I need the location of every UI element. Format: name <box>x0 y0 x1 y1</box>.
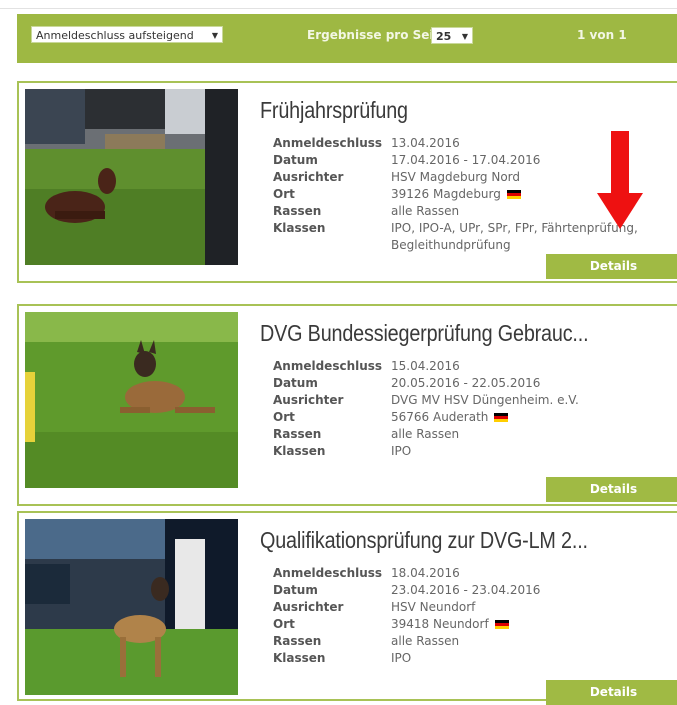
event-image[interactable] <box>25 312 238 488</box>
deadline-label: Anmeldeschluss <box>273 566 383 580</box>
classes-value: IPO <box>391 444 412 458</box>
event-title[interactable]: DVG Bundessiegerprüfung Gebrauc... <box>260 320 589 347</box>
german-flag-icon <box>494 620 509 629</box>
location-label: Ort <box>273 187 295 201</box>
per-page-value: 25 <box>436 30 452 43</box>
event-info: Anmeldeschluss 18.04.2016 Datum 23.04.2016… <box>273 565 651 667</box>
location-value: 56766 Auderath <box>391 410 489 424</box>
sort-select[interactable]: Anmeldeschluss aufsteigend ▼ <box>31 26 223 43</box>
organizer-value: HSV Neundorf <box>391 600 476 614</box>
date-label: Datum <box>273 583 318 597</box>
event-info: Anmeldeschluss 15.04.2016 Datum 20.05.2016… <box>273 358 651 460</box>
german-flag-icon <box>506 190 521 199</box>
details-button[interactable]: Details <box>546 477 677 502</box>
filter-bar: Anmeldeschluss aufsteigend ▼ Ergebnisse … <box>17 14 677 63</box>
deadline-label: Anmeldeschluss <box>273 136 383 150</box>
event-card: Qualifikationsprüfung zur DVG-LM 2... An… <box>17 511 677 705</box>
per-page-label: Ergebnisse pro Seite <box>307 28 448 42</box>
breeds-value: alle Rassen <box>391 634 460 648</box>
organizer-label: Ausrichter <box>273 600 344 614</box>
classes-value: IPO <box>391 651 412 665</box>
breeds-label: Rassen <box>273 427 322 441</box>
german-flag-icon <box>494 413 509 422</box>
event-image[interactable] <box>25 89 238 265</box>
date-label: Datum <box>273 153 318 167</box>
deadline-value: 18.04.2016 <box>391 566 460 580</box>
deadline-value: 15.04.2016 <box>391 359 460 373</box>
date-value: 20.05.2016 - 22.05.2016 <box>391 376 541 390</box>
classes-label: Klassen <box>273 651 326 665</box>
per-page-select[interactable]: 25 ▼ <box>431 27 473 44</box>
event-card: DVG Bundessiegerprüfung Gebrauc... Anmel… <box>17 304 677 506</box>
event-card: Frühjahrsprüfung Anmeldeschluss 13.04.201… <box>17 81 677 283</box>
sort-select-value: Anmeldeschluss aufsteigend <box>36 29 194 42</box>
event-info: Anmeldeschluss 13.04.2016 Datum 17.04.2016… <box>273 135 651 254</box>
organizer-value: DVG MV HSV Düngenheim. e.V. <box>391 393 579 407</box>
event-title[interactable]: Qualifikationsprüfung zur DVG-LM 2... <box>260 527 588 554</box>
location-label: Ort <box>273 410 295 424</box>
breeds-label: Rassen <box>273 634 322 648</box>
location-label: Ort <box>273 617 295 631</box>
location-value: 39126 Magdeburg <box>391 187 501 201</box>
chevron-down-icon: ▼ <box>211 31 218 40</box>
classes-label: Klassen <box>273 444 326 458</box>
details-button[interactable]: Details <box>546 254 677 279</box>
top-divider <box>0 0 677 9</box>
classes-label: Klassen <box>273 221 326 235</box>
breeds-label: Rassen <box>273 204 322 218</box>
event-image[interactable] <box>25 519 238 695</box>
chevron-down-icon: ▼ <box>461 32 468 41</box>
location-value: 39418 Neundorf <box>391 617 489 631</box>
breeds-value: alle Rassen <box>391 427 460 441</box>
event-title[interactable]: Frühjahrsprüfung <box>260 97 408 124</box>
organizer-label: Ausrichter <box>273 393 344 407</box>
down-arrow-icon <box>597 131 643 233</box>
pagination-indicator: 1 von 1 <box>577 28 627 42</box>
details-button[interactable]: Details <box>546 680 677 705</box>
date-label: Datum <box>273 376 318 390</box>
deadline-label: Anmeldeschluss <box>273 359 383 373</box>
organizer-label: Ausrichter <box>273 170 344 184</box>
date-value: 23.04.2016 - 23.04.2016 <box>391 583 541 597</box>
